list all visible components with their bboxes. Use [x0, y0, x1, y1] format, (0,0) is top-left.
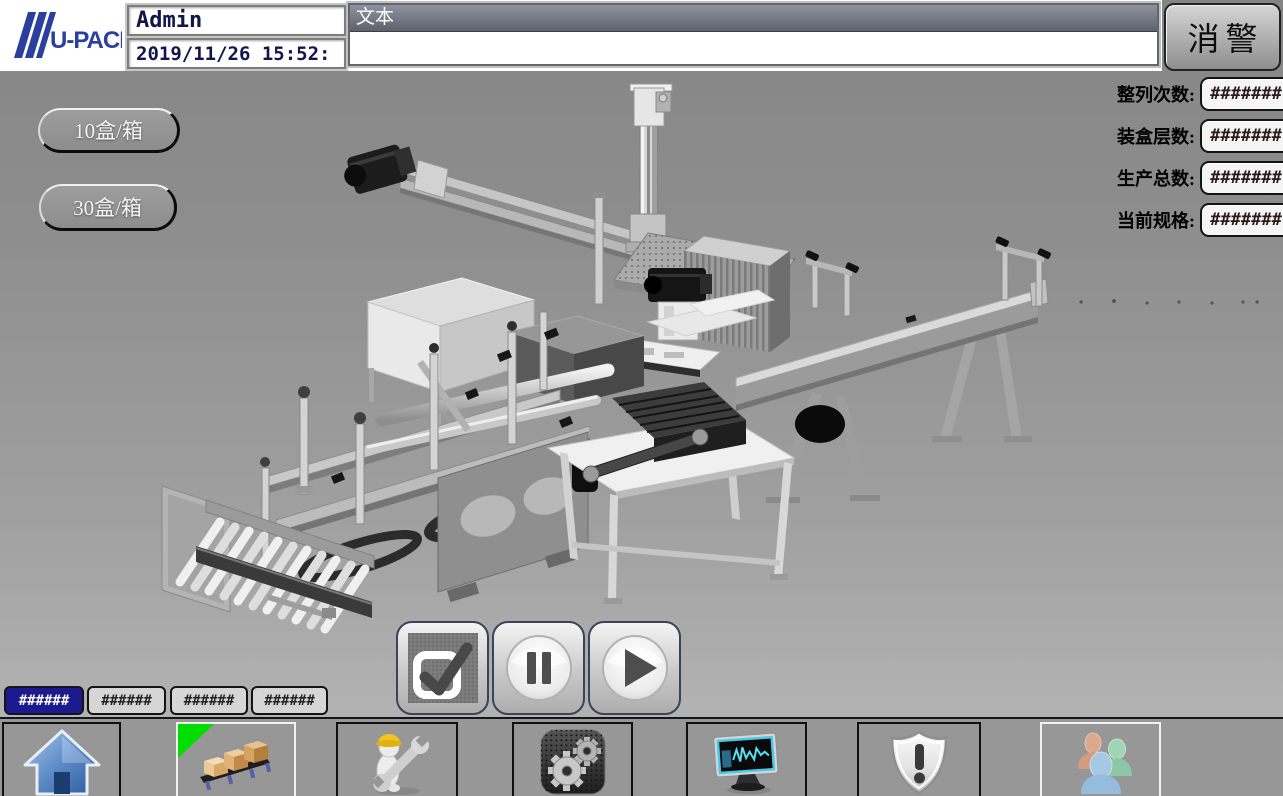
start-button[interactable] — [588, 621, 681, 715]
home-icon — [22, 728, 102, 796]
logged-in-user-field[interactable]: Admin — [127, 5, 346, 36]
company-logo: U-PACK — [6, 4, 122, 66]
bottom-nav-bar — [0, 717, 1283, 796]
vertical-mast — [592, 84, 672, 304]
alarm-message-column-header: 文本 — [350, 5, 1157, 32]
nav-maintenance-button[interactable] — [336, 722, 458, 796]
recipe-slot-2[interactable]: ###### — [87, 686, 166, 715]
perforated-deck — [614, 233, 795, 314]
stat-label: 生产总数: — [1117, 165, 1195, 191]
running-flag-icon — [178, 724, 294, 795]
cartoning-machine — [260, 312, 608, 602]
maintenance-wrench-icon — [360, 727, 434, 796]
stat-row: 当前规格: ####### — [1117, 203, 1283, 237]
stat-label: 当前规格: — [1117, 207, 1195, 233]
pause-button[interactable] — [492, 621, 585, 715]
nav-users-button[interactable] — [1040, 722, 1161, 796]
gantry-axis — [339, 141, 634, 261]
alarm-message-body — [350, 32, 1157, 64]
alarm-shield-icon — [887, 729, 951, 795]
dot-markers — [1079, 299, 1258, 305]
nav-monitor-button[interactable] — [686, 722, 807, 796]
outfeed-conveyor — [736, 236, 1052, 503]
stat-label: 整列次数: — [1117, 81, 1195, 107]
nav-settings-button[interactable] — [512, 722, 633, 796]
logo-text: U-PACK — [50, 27, 122, 54]
recipe-slot-3[interactable]: ###### — [170, 686, 248, 715]
nav-conveyor-overview-button[interactable] — [176, 722, 296, 796]
pause-icon — [503, 632, 575, 704]
stat-row: 生产总数: ####### — [1117, 161, 1283, 195]
monitor-trend-icon — [707, 729, 787, 795]
stat-value: ####### — [1200, 119, 1283, 153]
users-icon — [1065, 729, 1137, 795]
nav-alarm-button[interactable] — [857, 722, 981, 796]
stat-label: 装盒层数: — [1117, 123, 1195, 149]
stat-value: ####### — [1200, 203, 1283, 237]
spec-30-per-box-button[interactable]: 30盒/箱 — [39, 184, 177, 231]
stat-row: 整列次数: ####### — [1117, 77, 1283, 111]
hoist-motor — [592, 268, 720, 377]
alarm-message-list[interactable]: 文本 — [348, 3, 1159, 66]
roller-conveyor — [162, 486, 374, 629]
datetime-field: 2019/11/26 15:52: — [127, 38, 346, 69]
carton-magazine — [368, 278, 535, 426]
nav-home-button[interactable] — [2, 722, 121, 796]
clear-alarm-button[interactable]: 消警 — [1164, 3, 1281, 71]
spec-10-per-box-button[interactable]: 10盒/箱 — [38, 108, 180, 153]
stat-value: ####### — [1200, 77, 1283, 111]
recipe-slot-4[interactable]: ###### — [251, 686, 328, 715]
deflector-plate-2 — [690, 290, 774, 316]
stat-value: ####### — [1200, 161, 1283, 195]
confirm-button[interactable] — [396, 621, 489, 715]
hmi-screen: U-PACK Admin 2019/11/26 15:52: 文本 消警 整列次… — [0, 0, 1283, 796]
finned-unit — [684, 236, 790, 352]
play-icon — [599, 632, 671, 704]
machine-housing — [508, 316, 644, 404]
recipe-slot-1[interactable]: ###### — [4, 686, 84, 715]
deflector-plate — [648, 306, 756, 336]
settings-gears-icon — [540, 729, 606, 795]
stat-row: 装盒层数: ####### — [1117, 119, 1283, 153]
work-table — [548, 382, 794, 604]
checkbox-checked-icon — [408, 633, 478, 703]
